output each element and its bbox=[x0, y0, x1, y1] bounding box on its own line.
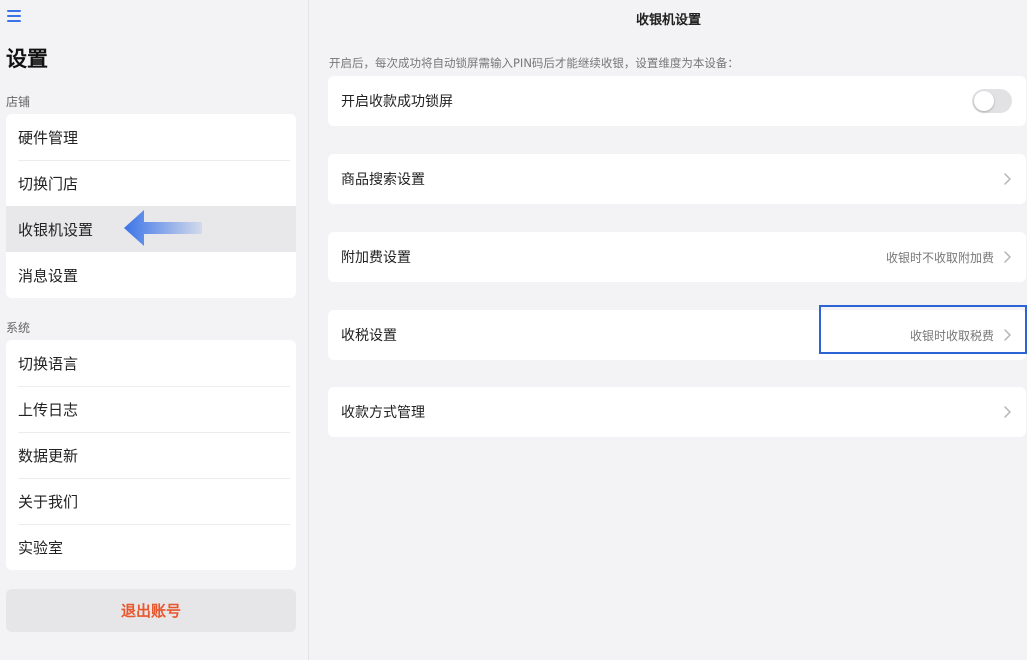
main-panel: 收银机设置 开启后，每次成功将自动锁屏需输入PIN码后才能继续收银，设置维度为本… bbox=[310, 0, 1027, 660]
lock-screen-toggle[interactable] bbox=[972, 89, 1012, 113]
logout-button[interactable]: 退出账号 bbox=[6, 589, 296, 632]
row-surcharge-settings[interactable]: 附加费设置 收银时不收取附加费 bbox=[328, 232, 1026, 282]
group-label-store: 店铺 bbox=[6, 95, 31, 109]
row-label: 收款方式管理 bbox=[341, 405, 425, 421]
store-settings-card: 硬件管理 切换门店 收银机设置 消息设置 bbox=[6, 114, 296, 298]
chevron-right-icon bbox=[1004, 329, 1011, 341]
sidebar-item-upload-log[interactable]: 上传日志 bbox=[6, 386, 296, 432]
tax-value: 收银时收取税费 bbox=[909, 328, 994, 343]
sidebar-item-cashier-settings[interactable]: 收银机设置 bbox=[6, 206, 296, 252]
sidebar-item-lab[interactable]: 实验室 bbox=[6, 524, 296, 570]
sidebar-item-hardware[interactable]: 硬件管理 bbox=[6, 114, 296, 160]
sidebar-item-message-settings[interactable]: 消息设置 bbox=[6, 252, 296, 298]
row-tax-settings[interactable]: 收税设置 收银时收取税费 bbox=[328, 310, 1026, 360]
group-label-system: 系统 bbox=[6, 321, 31, 335]
chevron-right-icon bbox=[1004, 406, 1011, 418]
sidebar-item-language[interactable]: 切换语言 bbox=[6, 340, 296, 386]
row-label: 商品搜索设置 bbox=[341, 172, 425, 188]
row-lock-after-payment: 开启收款成功锁屏 bbox=[328, 76, 1026, 126]
row-label: 附加费设置 bbox=[341, 250, 411, 266]
lock-hint-text: 开启后，每次成功将自动锁屏需输入PIN码后才能继续收银，设置维度为本设备： bbox=[329, 56, 739, 70]
chevron-right-icon bbox=[1004, 173, 1011, 185]
sidebar-title: 设置 bbox=[6, 47, 48, 71]
page-title: 收银机设置 bbox=[635, 13, 701, 28]
sidebar: 设置 店铺 硬件管理 切换门店 收银机设置 消息设置 系统 切换语言 上传日志 … bbox=[0, 0, 309, 660]
sidebar-item-switch-store[interactable]: 切换门店 bbox=[6, 160, 296, 206]
toggle-knob bbox=[974, 91, 994, 111]
chevron-right-icon bbox=[1004, 251, 1011, 263]
system-settings-card: 切换语言 上传日志 数据更新 关于我们 实验室 bbox=[6, 340, 296, 570]
menu-icon[interactable] bbox=[6, 7, 22, 23]
sidebar-item-data-update[interactable]: 数据更新 bbox=[6, 432, 296, 478]
row-label: 开启收款成功锁屏 bbox=[341, 94, 453, 110]
row-product-search-settings[interactable]: 商品搜索设置 bbox=[328, 154, 1026, 204]
sidebar-item-about[interactable]: 关于我们 bbox=[6, 478, 296, 524]
row-label: 收税设置 bbox=[341, 328, 397, 344]
row-payment-methods[interactable]: 收款方式管理 bbox=[328, 387, 1026, 437]
surcharge-value: 收银时不收取附加费 bbox=[885, 250, 994, 265]
